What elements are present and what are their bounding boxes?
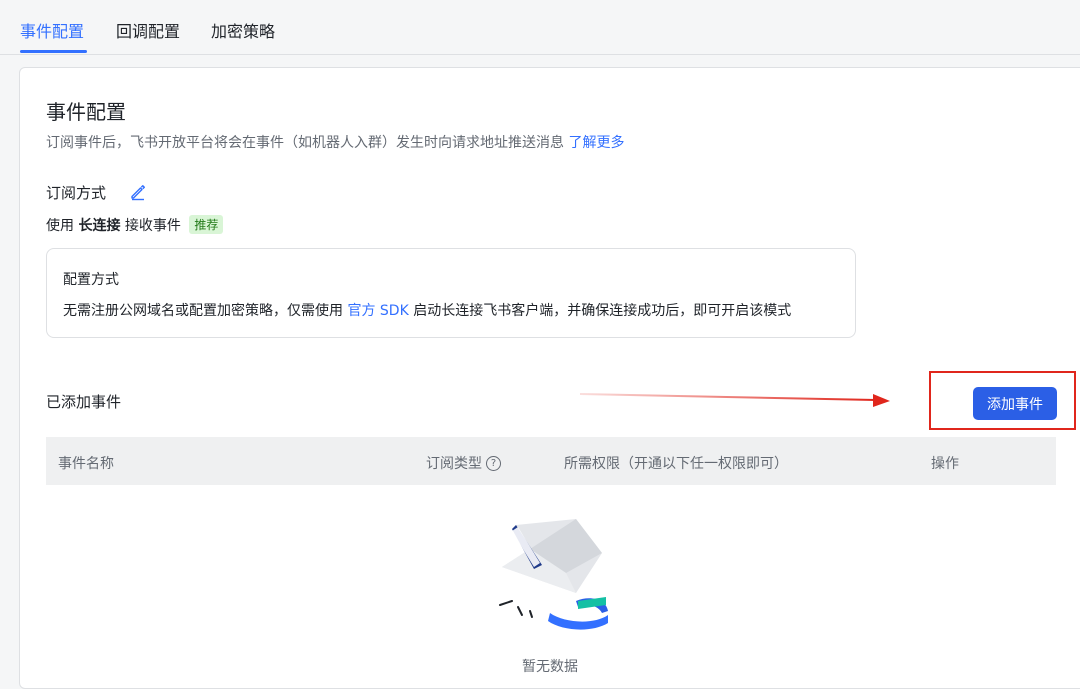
column-header-subscription-type: 订阅类型? — [426, 453, 501, 473]
config-method-box: 配置方式 无需注册公网域名或配置加密策略，仅需使用 官方 SDK 启动长连接飞书… — [46, 248, 856, 338]
empty-state-text: 暂无数据 — [522, 659, 578, 675]
column-header-action: 操作 — [931, 456, 959, 472]
added-events-title: 已添加事件 — [46, 393, 122, 411]
column-header-permissions: 所需权限（开通以下任一权限即可） — [564, 456, 788, 472]
annotation-arrow — [580, 393, 890, 407]
mode-suffix: 接收事件 — [124, 218, 181, 234]
column-header-event-name: 事件名称 — [58, 456, 114, 472]
empty-box-illustration — [499, 519, 608, 630]
subscription-method-title: 订阅方式 — [46, 184, 107, 202]
tab-callback-config[interactable]: 回调配置 — [116, 18, 180, 42]
page-title: 事件配置 — [46, 100, 126, 124]
subscription-type-label: 订阅类型 — [426, 456, 482, 472]
learn-more-link[interactable]: 了解更多 — [568, 135, 624, 151]
tab-event-config[interactable]: 事件配置 — [20, 18, 84, 42]
official-sdk-link[interactable]: 官方 SDK — [347, 303, 408, 319]
config-method-text: 无需注册公网域名或配置加密策略，仅需使用 官方 SDK 启动长连接飞书客户端，并… — [63, 300, 791, 320]
config-text-after: 启动长连接飞书客户端，并确保连接成功后，即可开启该模式 — [413, 303, 792, 319]
tab-encryption-policy[interactable]: 加密策略 — [211, 18, 275, 42]
config-method-title: 配置方式 — [63, 272, 119, 288]
description-text: 订阅事件后，飞书开放平台将会在事件（如机器人入群）发生时向请求地址推送消息 — [46, 135, 564, 151]
events-table-header: 事件名称 订阅类型? 所需权限（开通以下任一权限即可） 操作 — [46, 437, 1056, 485]
top-tab-bar: 事件配置 回调配置 加密策略 — [0, 0, 1080, 55]
subscription-mode-line: 使用 长连接 接收事件 推荐 — [46, 215, 224, 235]
mode-prefix: 使用 — [46, 218, 74, 234]
edit-icon[interactable] — [129, 183, 147, 201]
active-tab-indicator — [20, 50, 87, 53]
recommended-badge: 推荐 — [189, 215, 224, 234]
mode-name: 长连接 — [78, 218, 121, 234]
page-description: 订阅事件后，飞书开放平台将会在事件（如机器人入群）发生时向请求地址推送消息 了解… — [46, 132, 624, 152]
config-text-before: 无需注册公网域名或配置加密策略，仅需使用 — [63, 303, 343, 319]
help-circle-icon[interactable]: ? — [486, 455, 501, 471]
add-event-button[interactable]: 添加事件 — [973, 387, 1057, 420]
